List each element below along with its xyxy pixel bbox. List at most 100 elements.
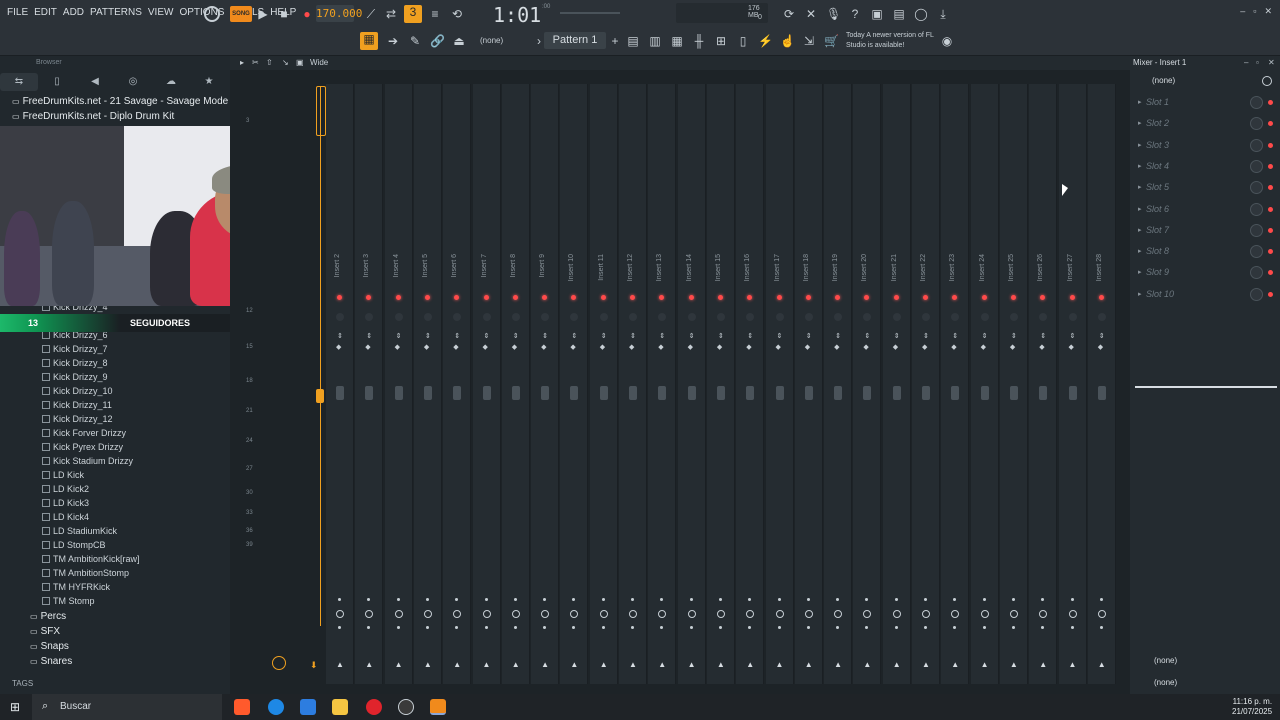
pan-up-down-icon[interactable]: ⇕ — [601, 332, 607, 340]
mixer-strip[interactable]: Insert 3 ⇕ ◆ ▲ — [355, 84, 384, 684]
send-knob[interactable] — [980, 610, 989, 618]
send-knob[interactable] — [570, 610, 579, 618]
obs-icon[interactable] — [398, 699, 414, 715]
volume-fader[interactable] — [892, 386, 901, 400]
slot-enable-led[interactable] — [1268, 291, 1273, 297]
stamp-icon[interactable]: ⏏ — [452, 34, 466, 48]
menu-item-patterns[interactable]: PATTERNS — [87, 7, 145, 18]
mixer-strip[interactable]: Insert 8 ⇕ ◆ ▲ — [501, 84, 530, 684]
expand-arrow-icon[interactable]: ▸ — [1138, 141, 1142, 149]
effect-slot[interactable]: ▸ Slot 1 — [1138, 94, 1276, 112]
mixer-strip[interactable]: Insert 13 ⇕ ◆ ▲ — [648, 84, 677, 684]
preset-clock-icon[interactable] — [1262, 76, 1272, 86]
effect-slot[interactable]: ▸ Slot 8 — [1138, 243, 1276, 261]
mixer-strip[interactable]: Insert 2 ⇕ ◆ ▲ — [326, 84, 354, 684]
mixer-strip[interactable]: Insert 5 ⇕ ◆ ▲ — [413, 84, 442, 684]
mixer-tools-icon[interactable]: ✂ — [252, 58, 259, 67]
expand-arrow-icon[interactable]: ▸ — [1138, 119, 1142, 127]
panel-minimize-icon[interactable]: – — [1244, 58, 1248, 67]
song-mode-button[interactable]: SONG — [230, 6, 252, 22]
tags-bar[interactable]: TAGS — [0, 676, 230, 692]
browser-file[interactable]: Kick Drizzy_12 — [42, 414, 113, 424]
slot-enable-led[interactable] — [1268, 163, 1273, 169]
output-selector[interactable]: (none) — [1154, 656, 1177, 665]
input-selector[interactable]: (none) — [1154, 678, 1177, 687]
send-knob[interactable] — [511, 610, 520, 618]
tab-cloud-icon[interactable]: ☁ — [152, 73, 190, 91]
shop-icon[interactable]: 🛒 — [824, 34, 839, 48]
slot-enable-led[interactable] — [1268, 142, 1273, 148]
route-arrow-icon[interactable]: ▲ — [688, 660, 696, 669]
tempo-display[interactable]: 170.000 — [316, 5, 362, 22]
route-arrow-icon[interactable]: ▲ — [746, 660, 754, 669]
pan-knob-icon[interactable]: ◆ — [395, 343, 400, 351]
send-knob[interactable] — [951, 610, 960, 618]
route-arrow-icon[interactable]: ▲ — [570, 660, 578, 669]
slot-enable-led[interactable] — [1268, 270, 1273, 276]
pan-knob-icon[interactable]: ◆ — [629, 343, 634, 351]
pan-knob-icon[interactable]: ◆ — [336, 343, 341, 351]
touch-icon[interactable]: ☝ — [780, 34, 795, 48]
master-send-knob[interactable] — [272, 656, 286, 670]
pan-up-down-icon[interactable]: ⇕ — [747, 332, 753, 340]
browser-file[interactable]: Kick Drizzy_8 — [42, 358, 108, 368]
slot-mix-knob[interactable] — [1250, 245, 1263, 259]
expand-arrow-icon[interactable]: ▸ — [1138, 247, 1142, 255]
volume-fader[interactable] — [629, 386, 637, 400]
news-icon[interactable]: ◉ — [940, 34, 954, 48]
stereo-knob[interactable] — [336, 313, 344, 321]
render-icon[interactable]: ▤ — [892, 7, 906, 21]
mixer-menu-icon[interactable]: ▸ — [240, 58, 244, 67]
play-icon[interactable]: ▶ — [256, 7, 270, 21]
blend-icon[interactable]: ≡ — [428, 7, 442, 21]
expand-arrow-icon[interactable]: ▸ — [1138, 268, 1142, 276]
slot-enable-led[interactable] — [1268, 249, 1273, 255]
volume-fader[interactable] — [1039, 386, 1048, 400]
browser-file[interactable]: Kick Forver Drizzy — [42, 428, 126, 438]
master-fader[interactable] — [316, 389, 324, 403]
mixer-strip[interactable]: Insert 22 ⇕ ◆ ▲ — [912, 84, 940, 684]
tab-favorites-icon[interactable]: ★ — [190, 73, 228, 91]
volume-fader[interactable] — [746, 386, 755, 400]
record-arm-button[interactable] — [337, 295, 342, 300]
slot-mix-knob[interactable] — [1250, 96, 1263, 109]
route-arrow-icon[interactable]: ▲ — [424, 660, 432, 669]
record-icon[interactable]: ● — [300, 7, 314, 21]
piano-roll-icon[interactable]: ▥ — [648, 34, 662, 48]
send-knob[interactable] — [394, 610, 403, 618]
record-arm-button[interactable] — [483, 295, 489, 300]
update-notice[interactable]: Today A newer version of FL Studio is av… — [846, 31, 936, 51]
pan-knob-icon[interactable]: ◆ — [981, 343, 986, 351]
pan-knob-icon[interactable]: ◆ — [512, 343, 517, 351]
stereo-knob[interactable] — [1009, 313, 1018, 321]
volume-fader[interactable] — [1068, 386, 1077, 400]
stereo-knob[interactable] — [482, 313, 491, 321]
browser-file[interactable]: Kick Drizzy_9 — [42, 372, 108, 382]
record-arm-button[interactable] — [454, 295, 460, 300]
pan-up-down-icon[interactable]: ⇕ — [806, 332, 812, 340]
record-arm-button[interactable] — [542, 295, 548, 300]
pan-knob-icon[interactable]: ◆ — [834, 343, 839, 351]
master-route-icon[interactable]: ⬇ — [310, 660, 318, 671]
plug-icon[interactable]: ⚡ — [758, 34, 773, 48]
pan-knob-icon[interactable]: ◆ — [541, 343, 546, 351]
pan-up-down-icon[interactable]: ⇕ — [396, 332, 402, 340]
record-arm-button[interactable] — [688, 295, 694, 300]
pan-knob-icon[interactable]: ◆ — [893, 343, 898, 351]
slot-mix-knob[interactable] — [1250, 117, 1263, 131]
send-knob[interactable] — [599, 610, 608, 618]
stop-icon[interactable]: ■ — [277, 7, 291, 21]
mixer-icon[interactable]: ╫ — [692, 34, 706, 48]
mixer-strip[interactable]: Insert 15 ⇕ ◆ ▲ — [706, 84, 735, 684]
mixer-strip[interactable]: Insert 14 ⇕ ◆ ▲ — [677, 84, 706, 684]
mixer-strip[interactable]: Insert 18 ⇕ ◆ ▲ — [794, 84, 823, 684]
record-arm-button[interactable] — [395, 295, 401, 300]
send-knob[interactable] — [1009, 610, 1018, 618]
pan-knob-icon[interactable]: ◆ — [1098, 343, 1103, 351]
mixer-strip[interactable]: Insert 11 ⇕ ◆ ▲ — [589, 84, 618, 684]
route-arrow-icon[interactable]: ▲ — [1010, 660, 1018, 669]
record-arm-button[interactable] — [424, 295, 430, 300]
pan-up-down-icon[interactable]: ⇕ — [1099, 332, 1105, 340]
record-arm-button[interactable] — [600, 295, 606, 300]
pan-up-down-icon[interactable]: ⇕ — [571, 332, 577, 340]
